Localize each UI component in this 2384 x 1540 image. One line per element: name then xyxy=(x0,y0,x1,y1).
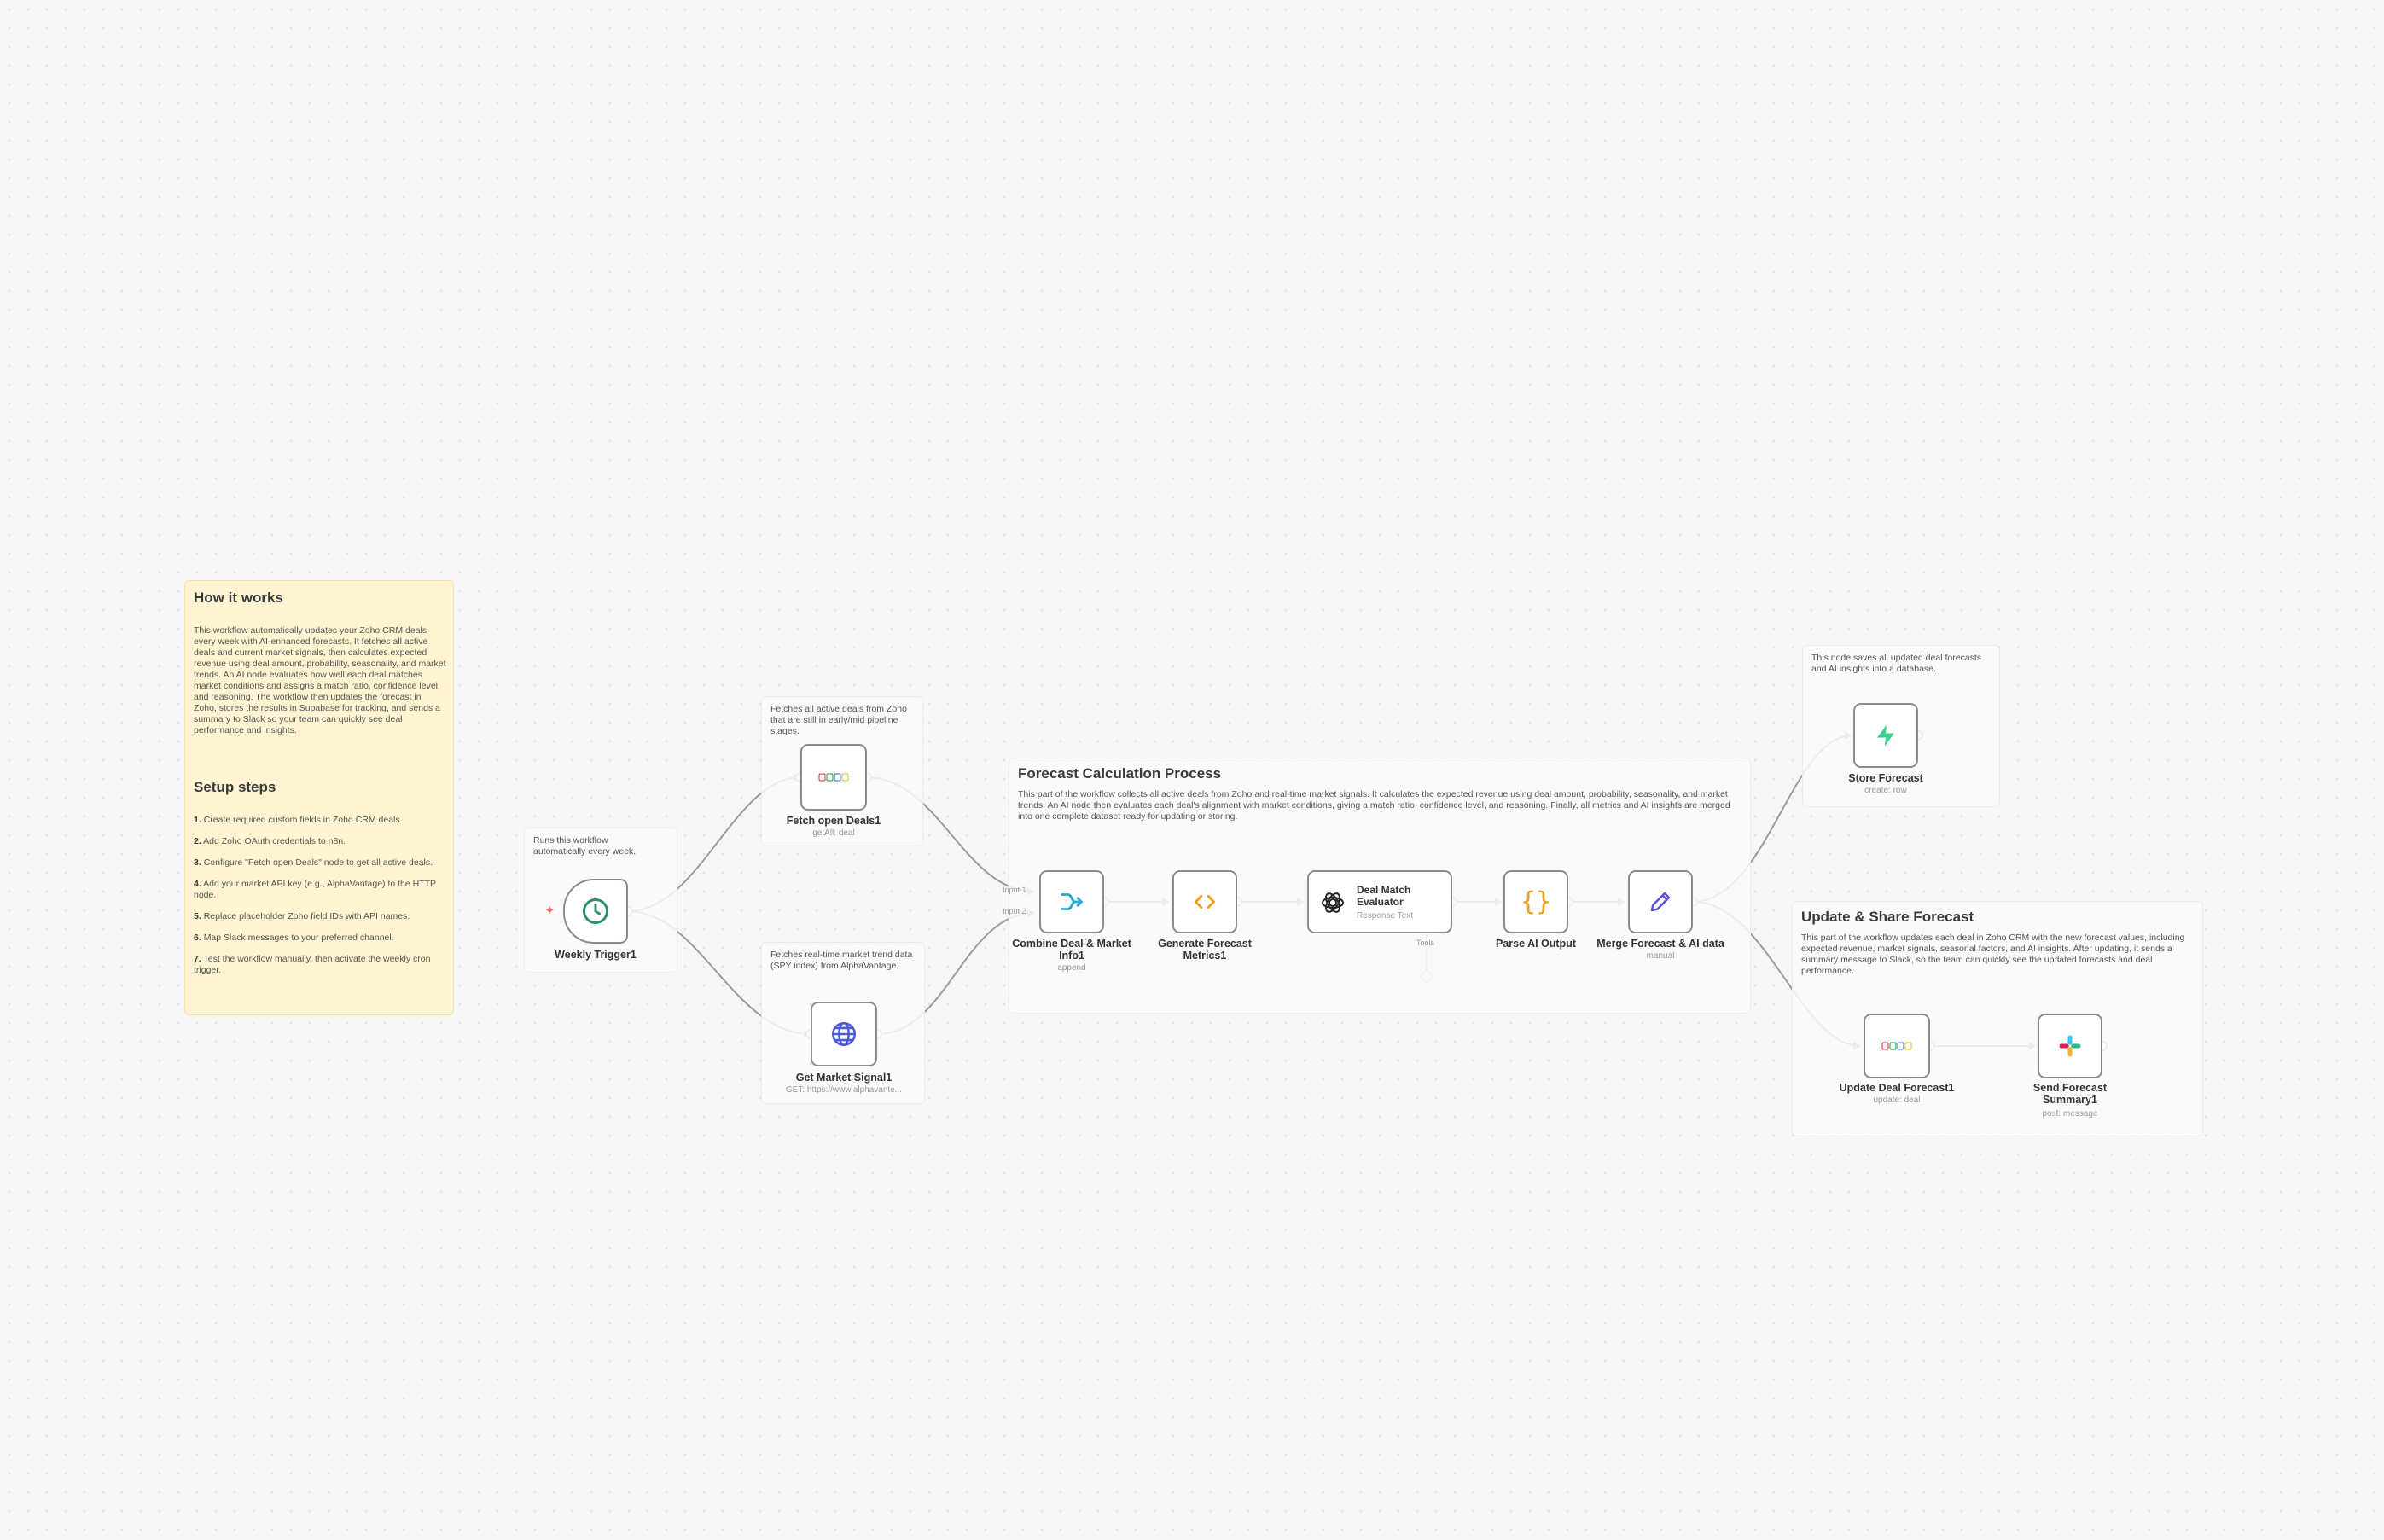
node-get-market-signal[interactable] xyxy=(811,1002,877,1066)
store-forecast-label: Store Forecast xyxy=(1848,772,1923,784)
how-it-works-title: How it works xyxy=(194,590,283,606)
update-deal-forecast-subtitle: update: deal xyxy=(1873,1095,1921,1105)
node-generate-forecast-metrics[interactable] xyxy=(1172,870,1237,933)
setup-steps-list: 1. Create required custom fields in Zoho… xyxy=(194,815,446,986)
how-it-works-note[interactable]: How it works This workflow automatically… xyxy=(184,580,454,1015)
node-combine-deal-market[interactable] xyxy=(1039,870,1104,933)
fetch-deals-note-text: Fetches all active deals from Zoho that … xyxy=(770,704,907,736)
trigger-bolt-icon: ✦ xyxy=(544,904,555,918)
trigger-note-text: Runs this workflow automatically every w… xyxy=(533,835,637,857)
merge-forecast-ai-data-subtitle: manual xyxy=(1646,951,1675,961)
merge-icon xyxy=(1057,887,1086,916)
update-deal-forecast-label: Update Deal Forecast1 xyxy=(1839,1082,1955,1094)
combine-deal-market-subtitle: append xyxy=(1057,963,1086,973)
weekly-trigger-label: Weekly Trigger1 xyxy=(555,949,637,961)
forecast-section-title: Forecast Calculation Process xyxy=(1018,765,1222,782)
setup-step: 5. Replace placeholder Zoho field IDs wi… xyxy=(194,911,410,921)
forecast-section-body: This part of the workflow collects all a… xyxy=(1018,789,1730,822)
node-store-forecast[interactable] xyxy=(1853,703,1918,768)
clock-icon xyxy=(580,896,611,927)
setup-step: 4. Add your market API key (e.g., AlphaV… xyxy=(194,879,436,900)
evaluator-tools-label: Tools xyxy=(1416,939,1435,947)
get-market-signal-subtitle: GET: https://www.alphavante... xyxy=(785,1085,903,1095)
generate-forecast-metrics-label: Generate Forecast Metrics1 xyxy=(1158,938,1252,962)
send-forecast-summary-subtitle: post: message xyxy=(2042,1109,2098,1119)
node-update-deal-forecast[interactable] xyxy=(1864,1014,1930,1078)
node-deal-match-evaluator[interactable]: Deal Match Evaluator Response Text xyxy=(1307,870,1452,933)
pen-icon xyxy=(1648,889,1673,915)
braces-icon: {} xyxy=(1520,886,1552,917)
combine-deal-market-label: Combine Deal & Market Info1 xyxy=(1012,938,1131,962)
zoho-icon xyxy=(1881,1042,1912,1050)
send-forecast-summary-label: Send Forecast Summary1 xyxy=(2032,1082,2108,1106)
parse-ai-output-label: Parse AI Output xyxy=(1496,938,1576,950)
how-it-works-body: This workflow automatically updates your… xyxy=(194,625,446,735)
node-weekly-trigger[interactable] xyxy=(563,879,628,944)
deal-match-evaluator-subtitle: Response Text xyxy=(1357,911,1413,921)
node-parse-ai-output[interactable]: {} xyxy=(1503,870,1568,933)
share-section-title: Update & Share Forecast xyxy=(1801,909,1974,925)
deal-match-evaluator-label: Deal Match Evaluator xyxy=(1357,884,1411,908)
setup-step: 6. Map Slack messages to your preferred … xyxy=(194,933,394,943)
globe-icon xyxy=(829,1020,858,1049)
merge-forecast-ai-data-label: Merge Forecast & AI data xyxy=(1596,938,1724,950)
market-signal-note-text: Fetches real-time market trend data (SPY… xyxy=(770,950,913,971)
store-forecast-note-text: This node saves all updated deal forecas… xyxy=(1811,653,1982,674)
node-merge-forecast-ai-data[interactable] xyxy=(1628,870,1693,933)
combine-port-input-1: Input 1 xyxy=(1003,886,1026,894)
fetch-open-deals-subtitle: getAll: deal xyxy=(812,828,855,838)
supabase-icon xyxy=(1873,723,1898,748)
node-send-forecast-summary[interactable] xyxy=(2038,1014,2102,1078)
store-forecast-subtitle: create: row xyxy=(1864,786,1907,795)
setup-step: 7. Test the workflow manually, then acti… xyxy=(194,954,431,975)
setup-step: 1. Create required custom fields in Zoho… xyxy=(194,815,403,825)
get-market-signal-label: Get Market Signal1 xyxy=(795,1072,893,1084)
fetch-open-deals-label: Fetch open Deals1 xyxy=(786,815,881,827)
combine-port-input-2: Input 2 xyxy=(1003,907,1026,915)
node-fetch-open-deals[interactable] xyxy=(800,744,867,811)
setup-step: 2. Add Zoho OAuth credentials to n8n. xyxy=(194,836,346,846)
zoho-icon xyxy=(818,773,849,782)
setup-steps-title: Setup steps xyxy=(194,779,276,795)
slack-icon xyxy=(2057,1033,2083,1059)
setup-step: 3. Configure "Fetch open Deals" node to … xyxy=(194,857,433,868)
code-icon xyxy=(1191,888,1218,915)
share-section-body: This part of the workflow updates each d… xyxy=(1801,933,2185,976)
openai-icon xyxy=(1319,889,1346,921)
